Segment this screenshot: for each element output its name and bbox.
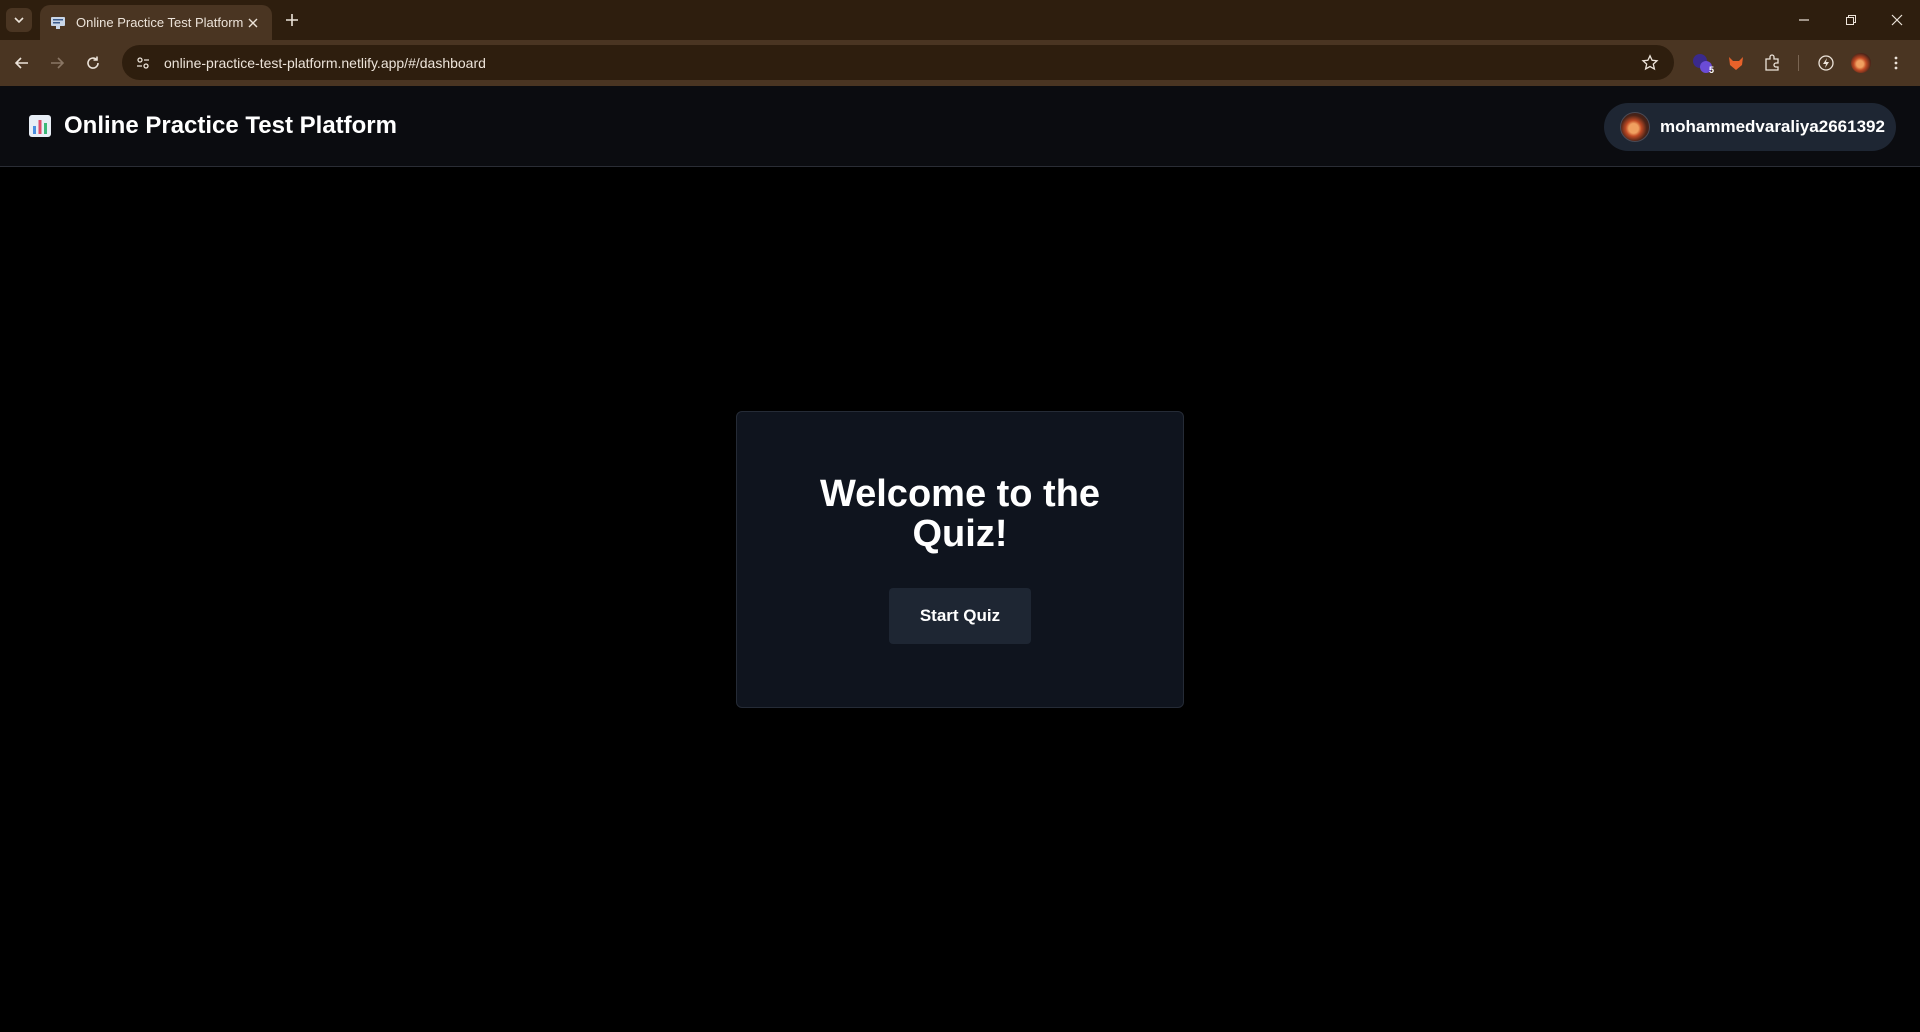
- brand[interactable]: Online Practice Test Platform: [28, 112, 397, 140]
- reload-button[interactable]: [80, 50, 106, 76]
- tab-search-button[interactable]: [6, 8, 32, 32]
- extensions-puzzle-icon[interactable]: [1760, 51, 1784, 75]
- close-icon[interactable]: [244, 14, 262, 32]
- plus-icon: [286, 14, 298, 26]
- new-tab-button[interactable]: [282, 10, 302, 30]
- extension-fox-icon[interactable]: [1724, 51, 1748, 75]
- username: mohammedvaraliya2661392: [1660, 117, 1885, 136]
- restore-icon: [1846, 15, 1856, 25]
- start-quiz-button[interactable]: Start Quiz: [889, 588, 1031, 644]
- user-profile-button[interactable]: mohammedvaraliya2661392: [1604, 103, 1896, 151]
- toolbar-divider: [1798, 55, 1799, 71]
- more-menu-icon[interactable]: [1884, 51, 1908, 75]
- minimize-button[interactable]: [1789, 8, 1819, 32]
- back-button[interactable]: [9, 50, 35, 76]
- site-favicon-icon: [51, 16, 65, 29]
- forward-button[interactable]: [44, 50, 70, 76]
- browser-toolbar: online-practice-test-platform.netlify.ap…: [0, 40, 1920, 86]
- main-content: Welcome to the Quiz! Start Quiz: [0, 167, 1920, 1032]
- address-bar[interactable]: online-practice-test-platform.netlify.ap…: [122, 45, 1674, 80]
- performance-icon[interactable]: [1814, 51, 1838, 75]
- welcome-card: Welcome to the Quiz! Start Quiz: [736, 411, 1184, 708]
- arrow-right-icon: [51, 57, 65, 69]
- tab-title: Online Practice Test Platform: [76, 15, 244, 30]
- minimize-icon: [1799, 19, 1809, 21]
- welcome-title: Welcome to the Quiz!: [819, 473, 1101, 555]
- avatar: [1620, 112, 1650, 142]
- close-icon: [1891, 14, 1903, 26]
- arrow-left-icon: [14, 57, 28, 69]
- profile-avatar-icon[interactable]: [1849, 51, 1873, 75]
- browser-tab-bar: Online Practice Test Platform: [0, 0, 1920, 40]
- bookmark-star-icon[interactable]: [1640, 53, 1660, 73]
- app-header: Online Practice Test Platform mohammedva…: [0, 86, 1920, 167]
- restore-button[interactable]: [1836, 8, 1866, 32]
- extension-badge: 5: [1708, 65, 1714, 75]
- app-title: Online Practice Test Platform: [64, 112, 397, 139]
- close-window-button[interactable]: [1882, 8, 1912, 32]
- extension-tasks-icon[interactable]: 5: [1690, 51, 1714, 75]
- reload-icon: [87, 56, 99, 69]
- bar-chart-icon: [29, 115, 51, 137]
- site-settings-icon[interactable]: [128, 48, 158, 78]
- url-text: online-practice-test-platform.netlify.ap…: [164, 54, 486, 71]
- browser-tab[interactable]: Online Practice Test Platform: [40, 5, 272, 40]
- chevron-down-icon: [14, 17, 24, 24]
